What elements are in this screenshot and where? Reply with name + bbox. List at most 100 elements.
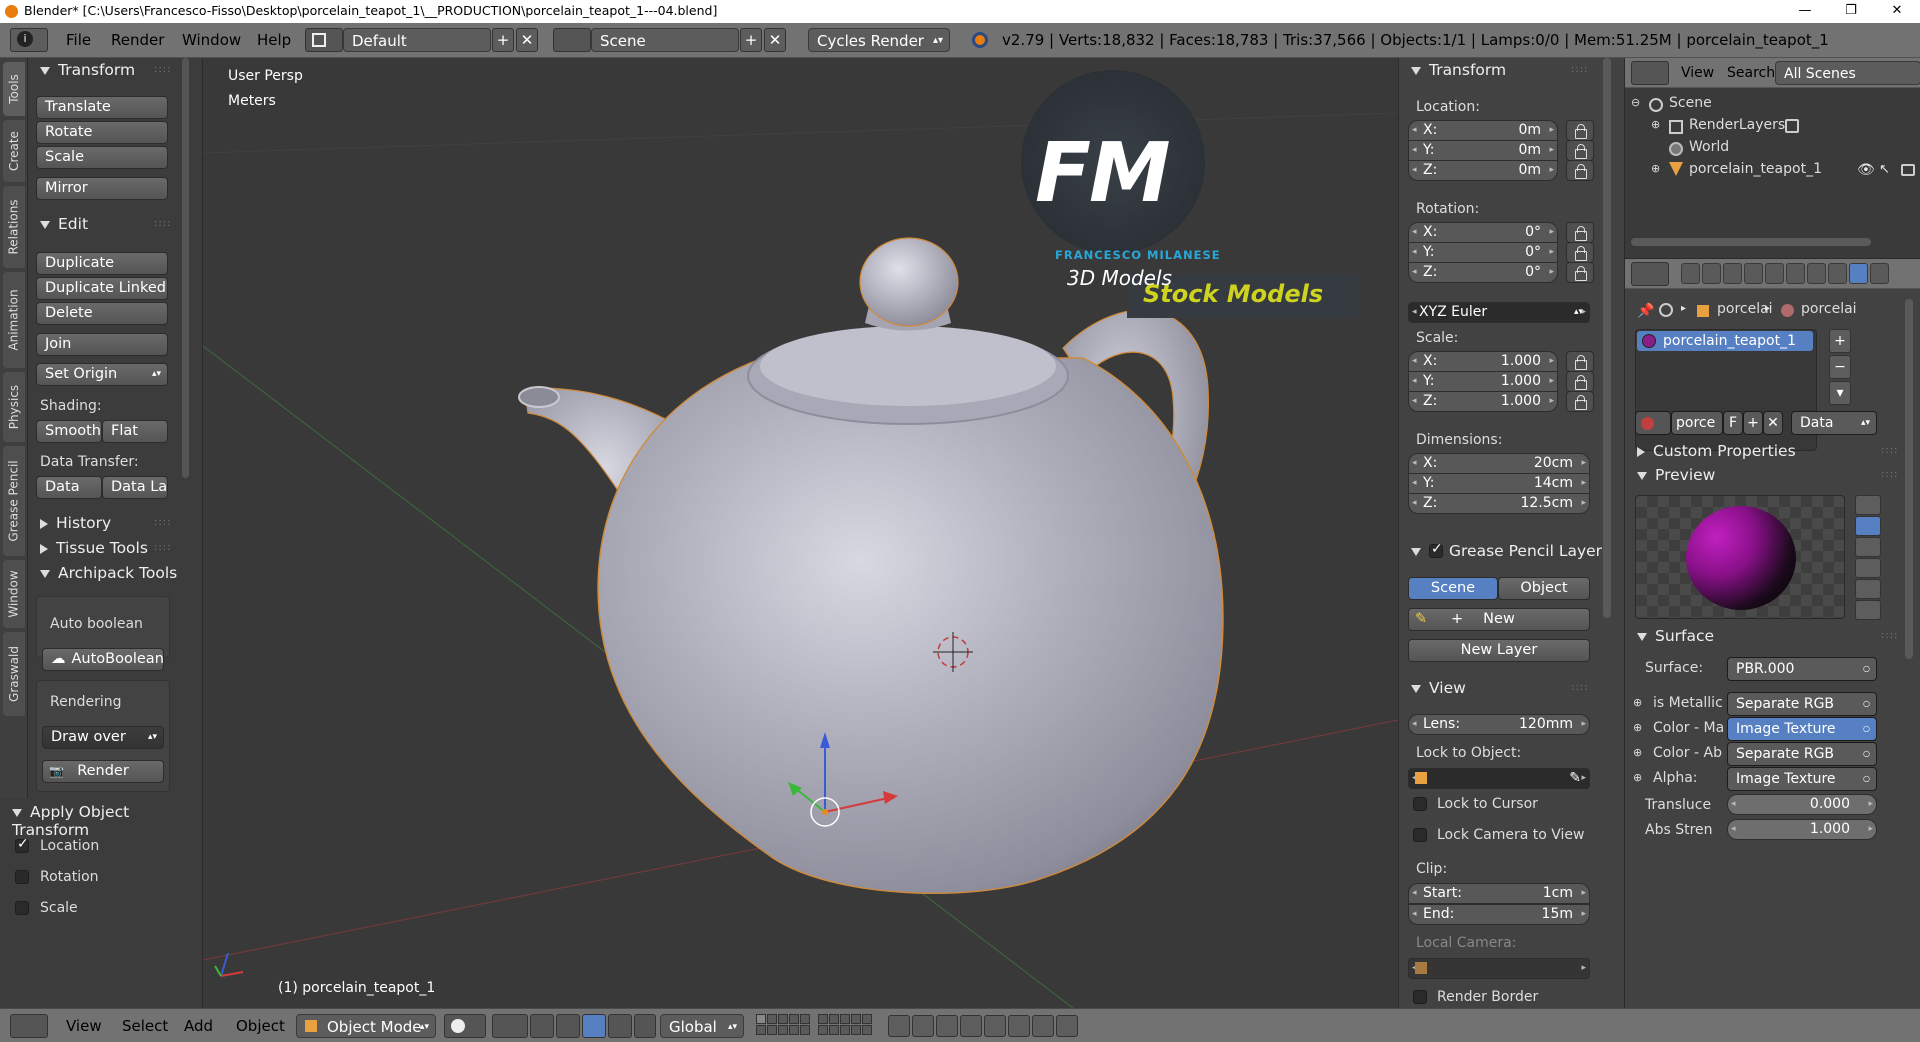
- material-slot-name[interactable]: porcelain_teapot_1: [1663, 333, 1796, 349]
- render-layers-tab-icon[interactable]: [1702, 263, 1721, 284]
- tab-window[interactable]: Window: [3, 560, 25, 628]
- pivot-point-select[interactable]: [492, 1014, 528, 1038]
- menu-object[interactable]: Object: [236, 1017, 285, 1035]
- clip-end-field[interactable]: End:15m: [1408, 904, 1590, 925]
- panel-grip-icon[interactable]: ::::: [154, 542, 171, 553]
- snap-element-icon[interactable]: [960, 1015, 982, 1037]
- breadcrumb-material[interactable]: porcelai: [1801, 301, 1857, 317]
- expand-input-icon[interactable]: ⊕: [1633, 696, 1642, 709]
- scene-layer-toggle[interactable]: [778, 1025, 788, 1035]
- screen-layout-icon[interactable]: [305, 28, 343, 52]
- material-name-field[interactable]: porce: [1671, 411, 1723, 435]
- expand-input-icon[interactable]: ⊕: [1633, 721, 1642, 734]
- scene-layer-toggle[interactable]: [840, 1025, 850, 1035]
- panel-grip-icon[interactable]: ::::: [154, 517, 171, 528]
- manipulator-toggle-icon[interactable]: [530, 1014, 554, 1038]
- npanel-scrollbar[interactable]: [1603, 58, 1611, 618]
- clip-start-field[interactable]: Start:1cm: [1408, 883, 1590, 904]
- layer-lock-icon[interactable]: [888, 1015, 910, 1037]
- dimensions-z-field[interactable]: Z:12.5cm: [1408, 493, 1590, 514]
- grease-pencil-layer-header[interactable]: Grease Pencil Layer: [1411, 541, 1602, 560]
- tab-tools[interactable]: Tools: [3, 62, 25, 116]
- shader-input-link-select[interactable]: Separate RGB ○: [1727, 742, 1877, 766]
- viewport-shading-select[interactable]: [444, 1014, 486, 1038]
- translucence-field[interactable]: 0.000: [1727, 794, 1877, 815]
- preview-world-icon[interactable]: [1855, 600, 1881, 620]
- expand-icon[interactable]: ⊕: [1651, 118, 1660, 131]
- panel-grip-icon[interactable]: ::::: [1881, 469, 1898, 480]
- panel-grip-icon[interactable]: ::::: [154, 218, 171, 229]
- grease-pencil-checkbox[interactable]: [1429, 541, 1443, 558]
- render-button[interactable]: 📷 Render: [42, 760, 164, 783]
- add-layout-icon[interactable]: +: [492, 28, 514, 52]
- panel-grip-icon[interactable]: ::::: [1881, 630, 1898, 641]
- 3d-viewport[interactable]: FM FRANCESCO MILANESE 3D Models Stock Mo…: [203, 58, 1398, 1008]
- outliner-object[interactable]: porcelain_teapot_1: [1689, 161, 1822, 177]
- preview-flat-icon[interactable]: [1855, 495, 1881, 515]
- translate-button[interactable]: Translate: [36, 96, 168, 119]
- remove-layout-icon[interactable]: ✕: [516, 28, 538, 52]
- render-border-checkbox[interactable]: [1413, 990, 1427, 1004]
- panel-grip-icon[interactable]: ::::: [1881, 445, 1898, 456]
- preview-sphere-icon[interactable]: [1855, 516, 1881, 536]
- location-z-field[interactable]: Z:0m: [1408, 160, 1558, 181]
- render-engine-select[interactable]: Cycles Render ▴▾: [808, 28, 950, 52]
- dimensions-x-field[interactable]: X:20cm: [1408, 453, 1590, 474]
- material-tab-icon[interactable]: [1849, 263, 1868, 284]
- rotation-mode-select[interactable]: XYZ Euler▴▾: [1408, 302, 1590, 323]
- panel-grip-icon[interactable]: ::::: [154, 64, 171, 75]
- scene-layer-toggle[interactable]: [789, 1025, 799, 1035]
- dimensions-y-field[interactable]: Y:14cm: [1408, 473, 1590, 494]
- rotate-button[interactable]: Rotate: [36, 121, 168, 144]
- tab-create[interactable]: Create: [3, 120, 25, 182]
- scene-layer-toggle[interactable]: [851, 1025, 861, 1035]
- scene-layer-toggle[interactable]: [756, 1014, 766, 1024]
- constraints-tab-icon[interactable]: [1786, 263, 1805, 284]
- scale-z-field[interactable]: Z:1.000: [1408, 391, 1558, 412]
- scale-checkbox[interactable]: [15, 901, 29, 915]
- render-tab-icon[interactable]: [1681, 263, 1700, 284]
- scene-tab-icon[interactable]: [1723, 263, 1742, 284]
- texture-tab-icon[interactable]: [1870, 263, 1889, 284]
- new-material-icon[interactable]: +: [1743, 411, 1763, 435]
- screen-layout-field[interactable]: Default: [343, 28, 491, 52]
- menu-window[interactable]: Window: [182, 31, 241, 49]
- translate-manipulator-icon[interactable]: [556, 1014, 580, 1038]
- menu-file[interactable]: File: [66, 31, 91, 49]
- tab-relations[interactable]: Relations: [3, 186, 25, 268]
- edit-panel-header[interactable]: Edit: [40, 215, 88, 233]
- menu-help[interactable]: Help: [257, 31, 291, 49]
- smooth-button[interactable]: Smooth: [36, 420, 102, 443]
- lock-icon[interactable]: [1566, 120, 1594, 141]
- delete-button[interactable]: Delete: [36, 302, 168, 325]
- menu-render[interactable]: Render: [111, 31, 164, 49]
- scene-layer-toggle[interactable]: [778, 1014, 788, 1024]
- scene-layer-toggle[interactable]: [818, 1025, 828, 1035]
- outliner-search-menu[interactable]: Search: [1727, 65, 1775, 81]
- history-panel-header[interactable]: History: [40, 514, 111, 532]
- transform-panel-header[interactable]: Transform: [40, 61, 135, 79]
- add-scene-icon[interactable]: +: [740, 28, 762, 52]
- scene-layer-toggle[interactable]: [800, 1014, 810, 1024]
- flat-button[interactable]: Flat: [102, 420, 168, 443]
- snap-target-icon[interactable]: [984, 1015, 1006, 1037]
- lock-icon[interactable]: [1566, 140, 1594, 161]
- menu-add[interactable]: Add: [184, 1017, 213, 1035]
- tab-physics[interactable]: Physics: [3, 372, 25, 442]
- scene-field[interactable]: Scene: [591, 28, 739, 52]
- close-icon[interactable]: ✕: [1874, 0, 1920, 22]
- tissue-tools-panel-header[interactable]: Tissue Tools: [40, 539, 148, 557]
- n-transform-header[interactable]: Transform: [1411, 61, 1506, 79]
- lock-to-cursor-checkbox[interactable]: [1413, 797, 1427, 811]
- scene-layer-toggle[interactable]: [756, 1025, 766, 1035]
- rotation-y-field[interactable]: Y:0°: [1408, 242, 1558, 263]
- manipulator-extra-icon[interactable]: [634, 1014, 656, 1038]
- scene-layer-toggle[interactable]: [818, 1014, 828, 1024]
- tab-grease-pencil[interactable]: Grease Pencil: [3, 446, 25, 556]
- location-x-field[interactable]: X:0m: [1408, 120, 1558, 141]
- scene-layer-toggle[interactable]: [862, 1025, 872, 1035]
- shader-input-link-select[interactable]: Image Texture ○: [1727, 767, 1877, 791]
- properties-scrollbar[interactable]: [1905, 299, 1913, 659]
- duplicate-linked-button[interactable]: Duplicate Linked: [36, 277, 168, 300]
- shader-input-link-select[interactable]: Image Texture ○: [1727, 717, 1877, 741]
